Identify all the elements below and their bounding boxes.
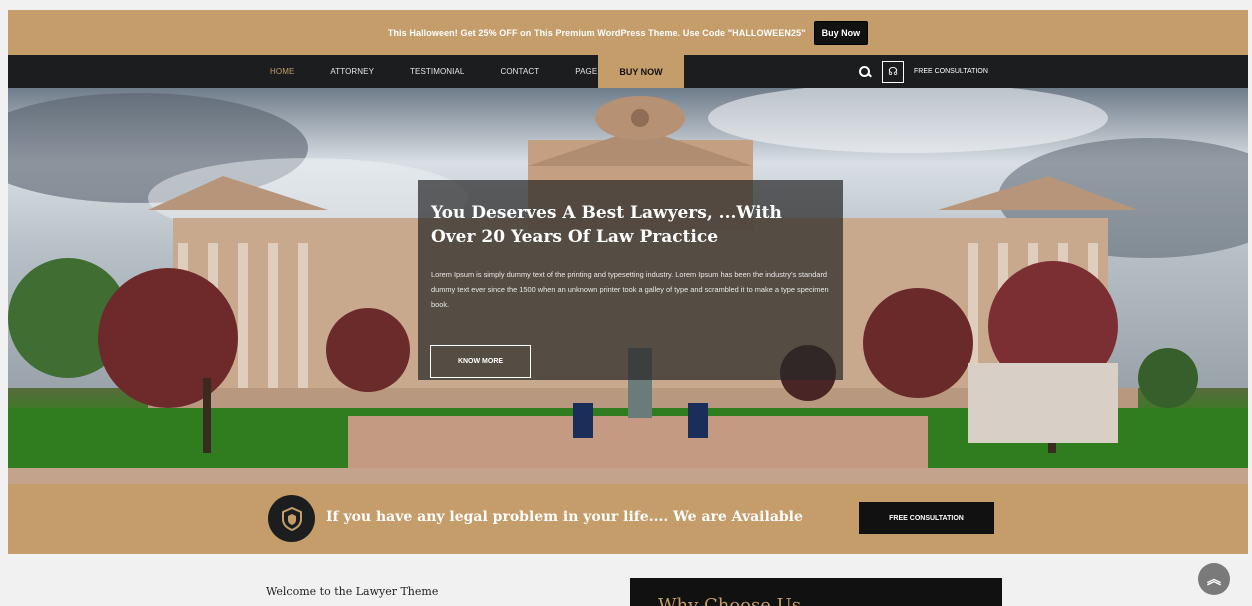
promo-bar: This Halloween! Get 25% OFF on This Prem… [8,10,1248,55]
hero-content-box: You Deserves A Best Lawyers, ...With Ove… [418,180,843,380]
know-more-button[interactable]: KNOW MORE [430,345,531,378]
promo-buy-button[interactable]: Buy Now [813,20,869,45]
why-choose-panel: Why Choose Us [630,578,1002,606]
nav-right: ☊ FREE CONSULTATION [858,55,988,88]
hero-banner: You Deserves A Best Lawyers, ...With Ove… [8,88,1248,484]
scroll-top-button[interactable]: ︽ [1198,563,1230,595]
nav-item-page-label: Page [575,67,598,76]
search-icon[interactable] [858,65,872,79]
why-choose-title: Why Choose Us [658,595,802,606]
welcome-heading: Welcome to the Lawyer Theme [266,585,439,598]
free-consultation-link[interactable]: FREE CONSULTATION [914,68,988,75]
nav-item-contact[interactable]: Contact [500,67,539,76]
free-consultation-button[interactable]: FREE CONSULTATION [859,502,994,534]
promo-text: This Halloween! Get 25% OFF on This Prem… [387,27,806,38]
hero-title: You Deserves A Best Lawyers, ...With Ove… [431,203,782,247]
shield-icon [281,506,302,531]
availability-text: If you have any legal problem in your li… [326,509,803,525]
nav-menu: Home Attorney Testimonial Contact Page▼ [270,55,643,88]
hero-description: Lorem Ipsum is simply dummy text of the … [431,270,829,309]
shield-badge [268,495,315,542]
nav-item-testimonial[interactable]: Testimonial [410,67,464,76]
headset-icon[interactable]: ☊ [882,60,904,83]
main-nav: Home Attorney Testimonial Contact Page▼ … [8,55,1248,88]
availability-banner: If you have any legal problem in your li… [8,484,1248,554]
double-chevron-up-icon: ︽ [1207,571,1221,587]
nav-item-attorney[interactable]: Attorney [330,67,374,76]
buy-now-button[interactable]: BUY NOW [598,55,684,88]
nav-item-home[interactable]: Home [270,67,294,76]
page: This Halloween! Get 25% OFF on This Prem… [8,10,1248,606]
